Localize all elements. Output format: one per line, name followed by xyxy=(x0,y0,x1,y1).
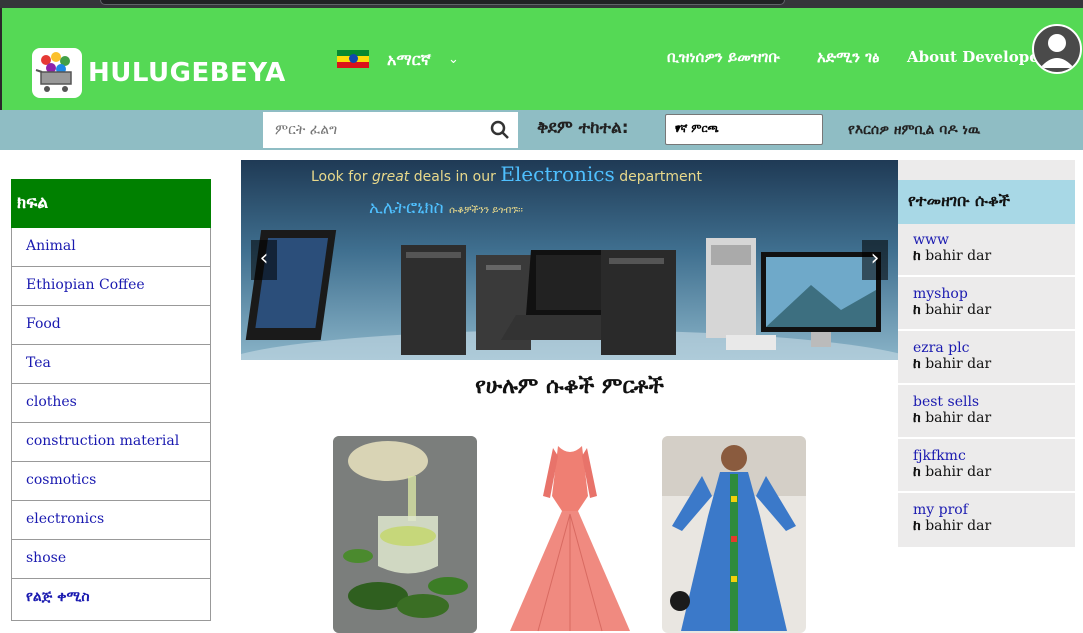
category-item-food[interactable]: Food xyxy=(11,306,211,345)
language-selector[interactable]: አማርኛ xyxy=(387,50,431,70)
category-sidebar: ክፍል Animal Ethiopian Coffee Food Tea clo… xyxy=(11,179,211,621)
nav-about-developer[interactable]: About Developer xyxy=(907,48,1047,66)
electronics-banner[interactable]: Look for great deals in our Electronics … xyxy=(241,160,898,360)
shop-item[interactable]: fjkfkmc ከ bahir dar xyxy=(898,440,1075,493)
sort-label: ቅደም ተከተል: xyxy=(537,118,629,138)
ethiopia-flag-icon[interactable] xyxy=(337,50,369,68)
chevron-down-icon[interactable]: ⌄ xyxy=(448,52,459,67)
shop-location: ከ bahir dar xyxy=(913,356,992,372)
shop-item[interactable]: my prof ከ bahir dar xyxy=(898,494,1075,547)
category-item-electronics[interactable]: electronics xyxy=(11,501,211,540)
shop-location: ከ bahir dar xyxy=(913,518,992,534)
search-bar: ቅደም ተከተል: የኛ ምርጫ ▾ የእርሰዎ ዘምቢል ባዶ ነዉ xyxy=(0,110,1083,150)
category-title: ክፍል xyxy=(11,179,211,228)
category-item-cosmotics[interactable]: cosmotics xyxy=(11,462,211,501)
chevron-down-icon: ▾ xyxy=(675,121,682,135)
category-item-construction-material[interactable]: construction material xyxy=(11,423,211,462)
category-item-kids-dress[interactable]: የልጅ ቀሚስ xyxy=(11,579,211,621)
electronics-banner-image xyxy=(241,230,898,360)
shop-item[interactable]: www ከ bahir dar xyxy=(898,224,1075,277)
banner-subheadline: ኢሌትሮኒክስ ሱቆቻችንን ይጎብኙ፡፡ xyxy=(369,198,523,218)
sort-select[interactable]: የኛ ምርጫ ▾ xyxy=(665,114,823,145)
product-card-dress[interactable] xyxy=(498,436,642,633)
registered-shops-panel: የተመዘገቡ ሱቆች www ከ bahir dar myshop ከ bahi… xyxy=(898,160,1075,547)
user-avatar-icon[interactable] xyxy=(1032,24,1082,74)
nav-admin-page[interactable]: አድሚን ገፅ xyxy=(817,48,879,66)
carousel-next-icon[interactable]: › xyxy=(862,240,888,280)
all-products-heading: የሁሉም ሱቆች ምርቶች xyxy=(475,374,664,399)
carousel-prev-icon[interactable]: ‹ xyxy=(251,240,277,280)
shop-name[interactable]: myshop xyxy=(913,286,1060,302)
empty-cart-notice[interactable]: የእርሰዎ ዘምቢል ባዶ ነዉ xyxy=(848,122,980,138)
cart-logo-icon[interactable] xyxy=(32,48,82,98)
shop-name[interactable]: www xyxy=(913,232,1060,248)
nav-register-business[interactable]: ቢዝነሰዎን ይመዝገቡ xyxy=(667,48,780,66)
category-item-shose[interactable]: shose xyxy=(11,540,211,579)
registered-shops-title: የተመዘገቡ ሱቆች xyxy=(898,180,1075,224)
site-header: HULUGEBEYA አማርኛ ⌄ ቢዝነሰዎን ይመዝገቡ አድሚን ገፅ A… xyxy=(0,8,1083,110)
shop-name[interactable]: my prof xyxy=(913,502,1060,518)
shop-name[interactable]: ezra plc xyxy=(913,340,1060,356)
banner-headline: Look for great deals in our Electronics … xyxy=(311,162,703,186)
category-item-animal[interactable]: Animal xyxy=(11,228,211,267)
brand-name[interactable]: HULUGEBEYA xyxy=(88,58,286,88)
shop-item[interactable]: ezra plc ከ bahir dar xyxy=(898,332,1075,385)
shop-location: ከ bahir dar xyxy=(913,302,992,318)
browser-address-bar[interactable] xyxy=(100,0,785,5)
category-item-clothes[interactable]: clothes xyxy=(11,384,211,423)
search-input[interactable] xyxy=(263,112,518,148)
shop-item[interactable]: myshop ከ bahir dar xyxy=(898,278,1075,331)
shop-location: ከ bahir dar xyxy=(913,410,992,426)
shop-location: ከ bahir dar xyxy=(913,464,992,480)
browser-chrome xyxy=(0,0,1083,8)
category-item-ethiopian-coffee[interactable]: Ethiopian Coffee xyxy=(11,267,211,306)
product-card-tea[interactable] xyxy=(333,436,477,633)
shop-name[interactable]: best sells xyxy=(913,394,1060,410)
shop-item[interactable]: best sells ከ bahir dar xyxy=(898,386,1075,439)
search-icon[interactable] xyxy=(490,120,510,140)
product-card-habesha-dress[interactable] xyxy=(662,436,806,633)
category-item-tea[interactable]: Tea xyxy=(11,345,211,384)
shop-name[interactable]: fjkfkmc xyxy=(913,448,1060,464)
shop-location: ከ bahir dar xyxy=(913,248,992,264)
